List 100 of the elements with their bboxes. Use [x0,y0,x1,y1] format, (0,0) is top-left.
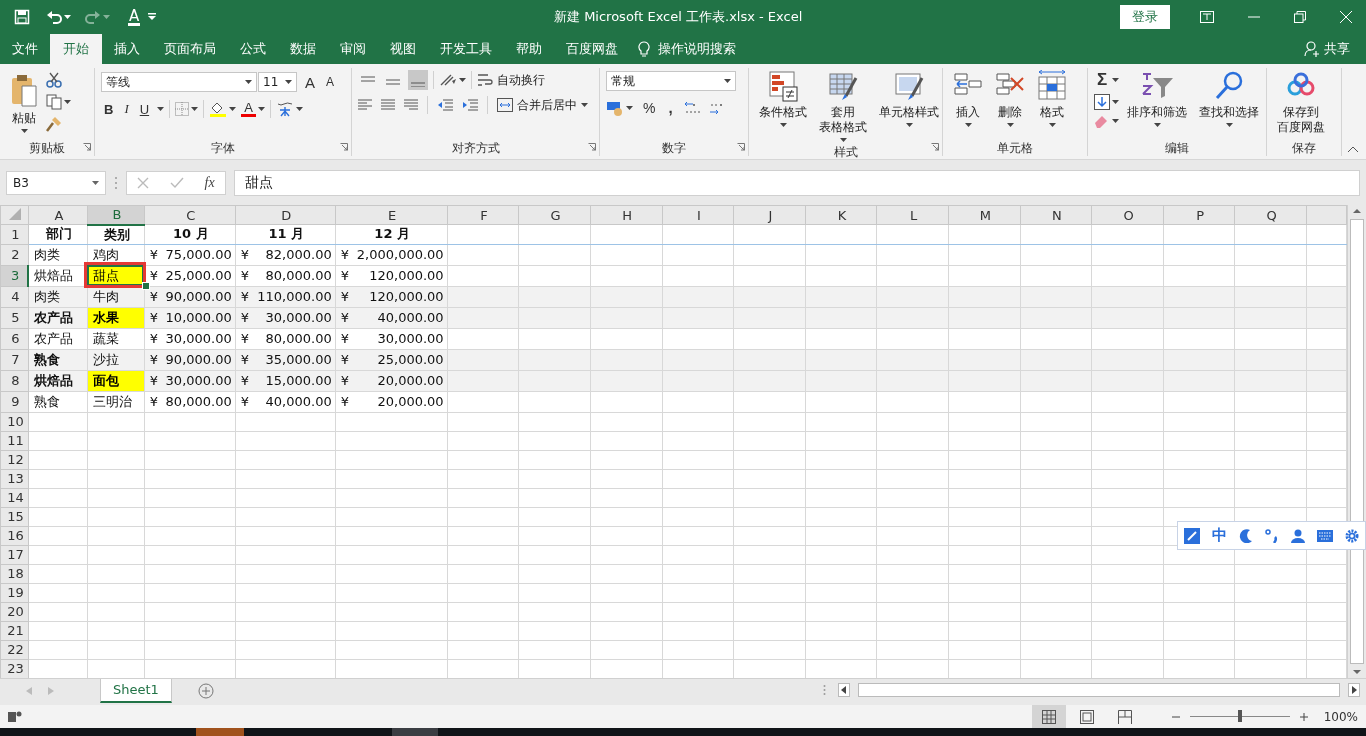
column-header[interactable]: K [805,205,877,225]
conditional-format-button[interactable]: 条件格式 [755,68,811,129]
scissors-icon[interactable] [46,72,62,88]
sort-filter-button[interactable]: 排序和筛选 [1123,68,1192,129]
find-select-button[interactable]: 查找和选择 [1195,68,1264,129]
tell-me-search[interactable]: 操作说明搜索 [658,40,736,58]
caret-icon[interactable] [581,103,588,107]
caret-icon[interactable] [1048,123,1056,127]
caret-icon[interactable] [257,107,265,111]
column-header[interactable]: H [590,205,662,225]
fill-color-icon[interactable] [209,101,228,117]
decrease-indent-icon[interactable] [437,98,453,112]
row-header[interactable]: 9 [0,391,29,412]
column-header[interactable]: J [733,205,806,225]
caret-icon[interactable] [839,138,847,142]
caret-icon[interactable] [245,80,252,84]
bold-button[interactable]: B [101,101,117,117]
caret-icon[interactable] [295,107,303,111]
format-as-table-button[interactable]: 套用 表格格式 [815,68,871,144]
cell-styles-button[interactable]: 单元格样式 [875,68,943,129]
fill-handle[interactable] [142,282,150,290]
comma-button[interactable]: , [665,99,676,116]
row-header[interactable]: 6 [0,328,29,349]
dialog-launcher-icon[interactable] [340,143,348,151]
zoom-level[interactable]: 100% [1323,709,1358,724]
menu-tab[interactable]: 页面布局 [152,34,228,64]
view-button[interactable] [1031,705,1066,728]
caret-icon[interactable] [1006,123,1014,127]
row-header[interactable]: 2 [0,244,29,265]
column-header[interactable]: Q [1234,205,1307,225]
increase-indent-icon[interactable] [462,98,478,112]
menu-tab[interactable]: 数据 [278,34,328,64]
login-button[interactable]: 登录 [1120,5,1170,29]
caret-icon[interactable] [1112,100,1119,104]
column-header[interactable]: G [518,205,591,225]
column-header[interactable]: B [87,205,145,225]
underline-button[interactable]: U [136,101,153,117]
orientation-icon[interactable] [439,73,457,87]
ime-logo-icon[interactable] [1184,527,1200,544]
menu-tab[interactable]: 插入 [102,34,152,64]
undo-icon[interactable] [46,9,62,25]
row-header[interactable]: 8 [0,370,29,391]
font-color-button[interactable]: A [241,101,256,117]
clipboard-icon[interactable] [10,74,38,108]
phonetic-guide-icon[interactable] [275,101,294,117]
row-header[interactable]: 4 [0,286,29,307]
punctuation-icon[interactable] [1265,528,1279,543]
caret-icon[interactable] [92,180,99,185]
shrink-font-button[interactable]: A [323,75,338,89]
dialog-launcher-icon[interactable] [83,143,91,151]
italic-button[interactable]: I [121,101,132,117]
scroll-left-icon[interactable] [838,683,850,697]
caret-icon[interactable] [1112,78,1120,82]
dialog-launcher-icon[interactable] [737,143,745,151]
font-color-button[interactable]: A [128,8,141,26]
caret-icon[interactable] [285,80,292,84]
insert-function-button[interactable]: fx [204,174,215,191]
caret-icon[interactable] [191,107,199,111]
add-sheet-icon[interactable] [197,683,214,699]
user-icon[interactable] [1291,528,1305,543]
column-header[interactable]: M [948,205,1021,225]
caret-icon[interactable] [905,123,913,127]
name-box[interactable]: B3 [6,170,106,195]
check-icon[interactable] [169,176,184,189]
row-header[interactable]: 3 [0,265,29,286]
formula-field[interactable]: 甜点 [234,169,1360,196]
increase-decimal-icon[interactable] [682,99,701,116]
caret-icon[interactable] [1225,123,1233,127]
format-button[interactable]: 格式 [1033,68,1071,129]
column-header[interactable]: A [28,205,88,225]
zoom-slider-thumb[interactable] [1237,710,1242,722]
save-to-cloud-button[interactable]: 保存到 百度网盘 [1273,68,1329,137]
delete-button[interactable]: 删除 [991,68,1029,129]
paste-button[interactable]: 粘贴 [6,68,42,135]
column-header[interactable]: F [447,205,519,225]
currency-icon[interactable] [606,99,624,116]
caret-icon[interactable] [1112,119,1119,123]
column-header[interactable]: L [876,205,949,225]
percent-button[interactable]: % [640,99,659,116]
insert-button[interactable]: 插入 [949,68,987,129]
format-painter-icon[interactable] [46,116,62,132]
save-icon[interactable] [14,9,30,25]
caret-icon[interactable] [64,100,71,104]
wrap-text-button[interactable]: 自动换行 [477,71,545,89]
grow-font-button[interactable]: A [302,73,318,91]
caret-icon[interactable] [157,107,165,111]
caret-icon[interactable] [64,15,71,19]
keyboard-icon[interactable] [1317,529,1333,542]
menu-tab[interactable]: 审阅 [328,34,378,64]
close-icon[interactable] [1340,11,1352,23]
column-header[interactable]: I [662,205,734,225]
caret-icon[interactable] [964,123,972,127]
caret-icon[interactable] [20,129,28,133]
menu-tab[interactable]: 开发工具 [428,34,504,64]
restore-icon[interactable] [1294,11,1306,23]
share-button[interactable]: 共享 [1324,40,1350,58]
caret-icon[interactable] [1153,123,1161,127]
scroll-right-icon[interactable] [1348,683,1360,697]
fill-down-icon[interactable] [1094,94,1110,110]
menu-tab[interactable]: 视图 [378,34,428,64]
